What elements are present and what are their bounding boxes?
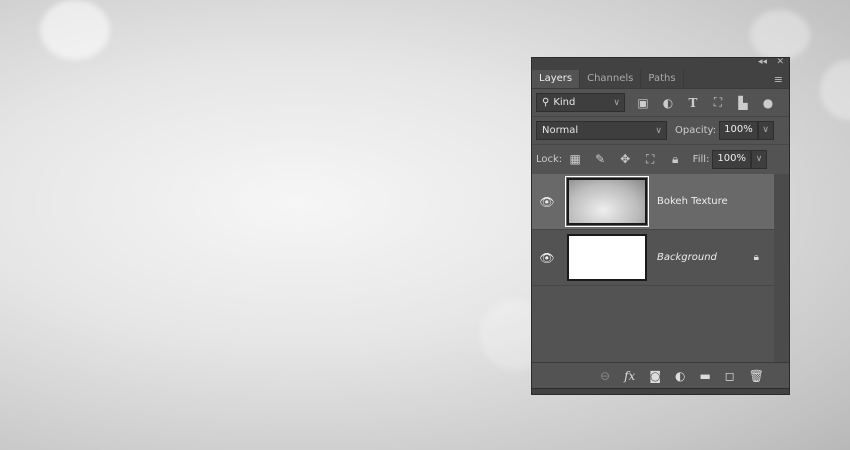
fx-icon[interactable]: fx: [624, 369, 635, 383]
shape-filter-icon[interactable]: ⛶: [711, 95, 725, 110]
layer-thumbnail: [565, 176, 649, 227]
blend-mode-select[interactable]: Normal ∨: [536, 121, 667, 140]
tab-layers[interactable]: Layers: [532, 70, 581, 88]
filter-toggle[interactable]: ●: [761, 96, 775, 110]
trash-icon[interactable]: 🗑︎: [749, 369, 764, 383]
opacity-label: Opacity:: [675, 125, 717, 136]
layer-name[interactable]: Background: [657, 252, 717, 263]
chevron-down-icon: ∨: [655, 125, 662, 136]
lock-label: Lock:: [536, 153, 563, 165]
opacity-input[interactable]: 100%: [719, 121, 758, 140]
lock-transparent-icon[interactable]: ▦: [568, 152, 582, 166]
new-layer-icon[interactable]: ◻: [725, 369, 735, 383]
blend-row: Normal ∨ Opacity: 100% ∨: [532, 117, 789, 145]
kind-label: Kind: [553, 97, 576, 108]
type-filter-icon[interactable]: T: [686, 96, 700, 110]
fill-label: Fill:: [692, 153, 710, 165]
layers-list: 👁︎ Bokeh Texture 👁︎ Background 🔒︎: [532, 174, 775, 286]
layer-thumbnail: [567, 234, 647, 281]
lock-icon: 🔒︎: [753, 252, 759, 263]
add-mask-icon[interactable]: ◙: [649, 369, 661, 383]
fill-input[interactable]: 100%: [712, 149, 751, 169]
collapse-icon[interactable]: ◂◂: [758, 57, 767, 67]
tab-channels[interactable]: Channels: [580, 70, 642, 88]
lock-row: Lock: ▦ ✎ ✥ ⛶ 🔒︎ Fill: 100% ∨: [532, 145, 789, 173]
filter-row: ⚲ Kind ∨ ▣ ◐ T ⛶ ▙ ●: [532, 89, 789, 117]
lock-image-brush-icon[interactable]: ✎: [593, 152, 607, 166]
fill-dropdown[interactable]: ∨: [751, 149, 767, 169]
close-icon[interactable]: ✕: [776, 57, 784, 67]
filter-kind-select[interactable]: ⚲ Kind ∨: [536, 93, 625, 112]
blend-mode-value: Normal: [542, 125, 579, 136]
opacity-dropdown[interactable]: ∨: [757, 121, 774, 140]
layers-footer: ⊖ fx ◙ ◐ ▬ ◻ 🗑︎: [532, 362, 789, 388]
resize-handle[interactable]: [532, 388, 789, 394]
pixel-filter-icon[interactable]: ▣: [636, 96, 650, 110]
lock-position-move-icon[interactable]: ✥: [618, 152, 632, 166]
tab-paths[interactable]: Paths: [641, 70, 684, 88]
scrollbar[interactable]: [774, 174, 789, 362]
layer-row[interactable]: 👁︎ Bokeh Texture: [532, 174, 775, 230]
layer-name[interactable]: Bokeh Texture: [657, 196, 728, 207]
layer-row[interactable]: 👁︎ Background 🔒︎: [532, 230, 775, 286]
smart-object-filter-icon[interactable]: ▙: [736, 96, 750, 110]
new-group-folder-icon[interactable]: ▬: [699, 369, 710, 383]
adjustment-layer-icon[interactable]: ◐: [675, 369, 685, 383]
lock-artboard-icon[interactable]: ⛶: [643, 152, 657, 167]
adjustment-filter-icon[interactable]: ◐: [661, 96, 675, 110]
layers-panel: ◂◂ ✕ Layers Channels Paths ≡ ⚲ Kind ∨ ▣ …: [531, 57, 790, 395]
panel-titlebar[interactable]: ◂◂ ✕: [532, 57, 789, 70]
chevron-down-icon: ∨: [613, 97, 620, 108]
search-icon: ⚲: [542, 97, 550, 108]
lock-all-icon[interactable]: 🔒︎: [668, 152, 682, 167]
panel-menu-icon[interactable]: ≡: [774, 73, 783, 86]
panel-tabs: Layers Channels Paths ≡: [532, 70, 789, 89]
eye-icon[interactable]: 👁︎: [532, 195, 562, 209]
eye-icon[interactable]: 👁︎: [532, 251, 562, 265]
link-layers-icon[interactable]: ⊖: [600, 369, 610, 383]
